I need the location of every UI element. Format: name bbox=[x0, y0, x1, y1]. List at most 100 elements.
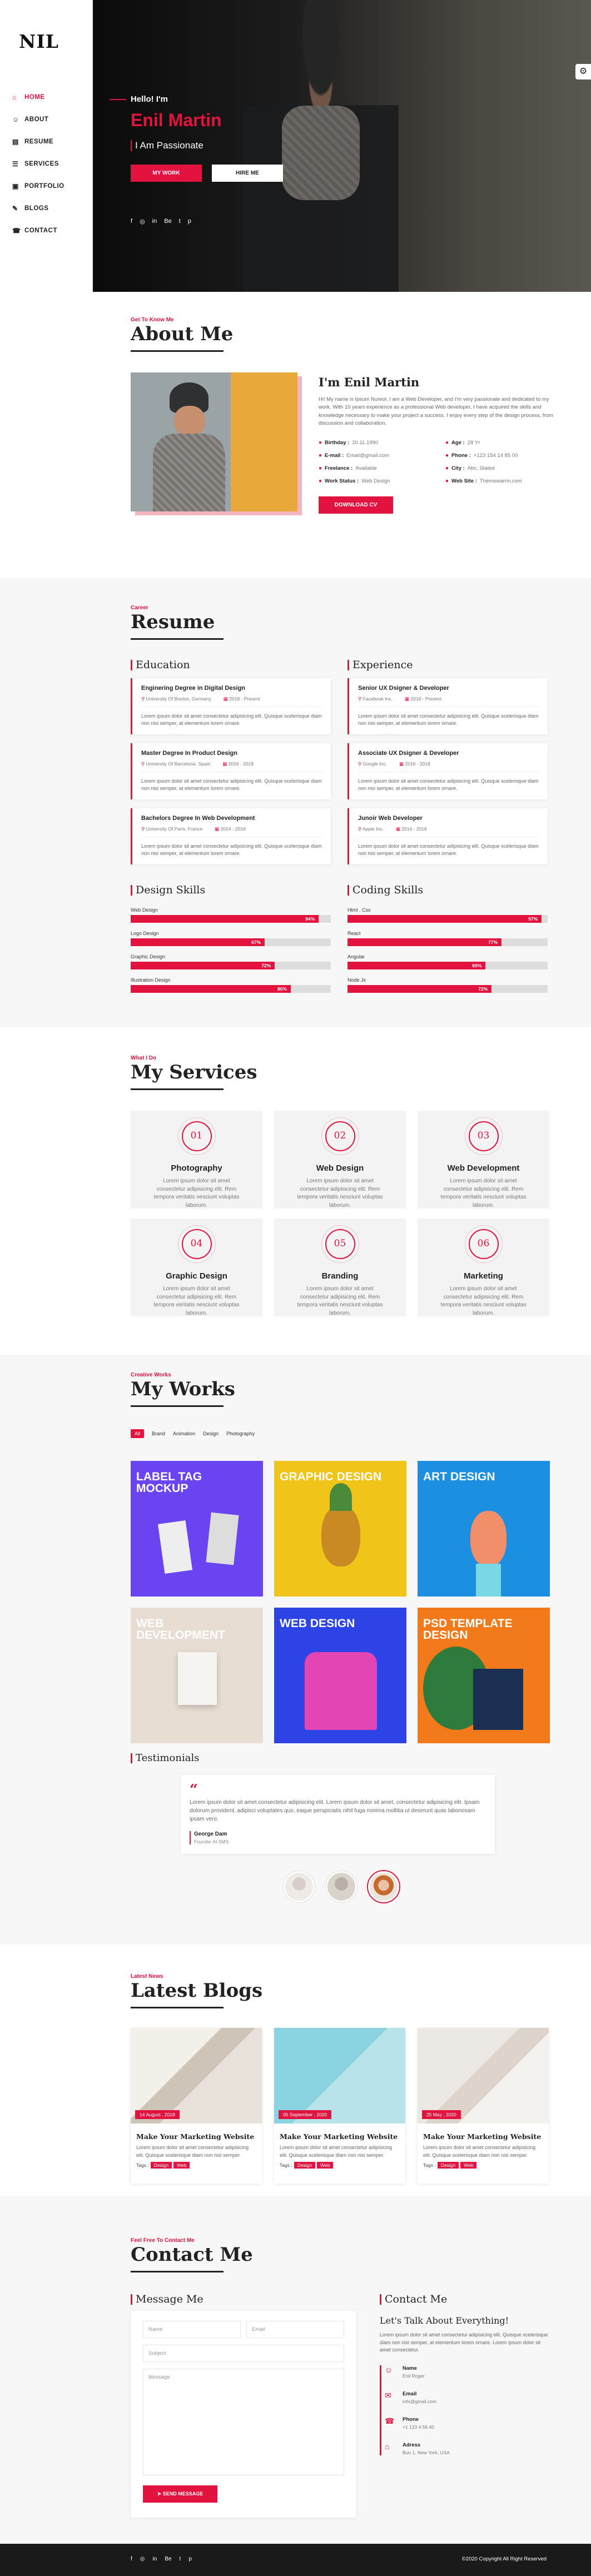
fact-value: +123 154 14 85 00 bbox=[473, 452, 518, 459]
facebook-icon[interactable]: f bbox=[131, 218, 132, 225]
contact-info-value: Bun 1, New York, USA bbox=[403, 2449, 450, 2455]
entry-text: Lorem ipsum dolor sit amet consectetur a… bbox=[141, 713, 322, 727]
calendar-icon: ▦ bbox=[223, 696, 230, 702]
home-icon: ⌂ bbox=[12, 93, 17, 101]
blog-card[interactable]: 25 May , 2020 Make Your Marketing Website… bbox=[418, 2028, 549, 2184]
blog-title[interactable]: Make Your Marketing Website bbox=[280, 2132, 400, 2141]
footer-social-links: f ◎ in Be t p bbox=[131, 2556, 192, 2562]
nav-item-blogs[interactable]: ✎ BLOGS bbox=[12, 197, 64, 220]
twitter-icon[interactable]: t bbox=[180, 2556, 181, 2562]
service-card[interactable]: 03 Web Development Lorem ipsum dolor sit a… bbox=[418, 1111, 549, 1209]
calendar-icon: ▦ bbox=[222, 761, 229, 767]
service-number: 05 bbox=[325, 1229, 355, 1259]
portfolio-item[interactable]: WEB DESIGN bbox=[274, 1608, 406, 1743]
blog-card[interactable]: 14 August , 2019 Make Your Marketing Webs… bbox=[131, 2028, 262, 2184]
message-field[interactable]: Message bbox=[143, 2369, 344, 2475]
skill-name: Logo Design bbox=[131, 931, 159, 936]
subject-field[interactable]: Subject bbox=[143, 2345, 344, 2362]
blog-tag[interactable]: Design bbox=[437, 2162, 459, 2169]
service-card[interactable]: 05 Branding Lorem ipsum dolor sit amet con… bbox=[274, 1219, 406, 1316]
avatar[interactable] bbox=[284, 1871, 315, 1902]
portfolio-item[interactable]: LABEL TAG MOCKUP bbox=[131, 1461, 263, 1597]
portfolio-item[interactable]: ART DESIGN bbox=[418, 1461, 550, 1597]
experience-list: Senior UX Dsigner & Developer ⚲ Facebook … bbox=[347, 678, 548, 873]
instagram-icon[interactable]: ◎ bbox=[140, 2556, 145, 2562]
blog-tag[interactable]: Web bbox=[317, 2162, 334, 2169]
testimonial-card: “ Lorem ipsum dolor sit amet consectetur… bbox=[181, 1775, 495, 1854]
nav-item-contact[interactable]: ☎ CONTACT bbox=[12, 220, 64, 242]
entry-text: Lorem ipsum dolor sit amet consectetur a… bbox=[358, 713, 539, 727]
behance-icon[interactable]: Be bbox=[164, 218, 171, 225]
user-icon: ● bbox=[445, 440, 449, 446]
send-icon: ➤ bbox=[157, 2491, 163, 2497]
blog-tag[interactable]: Design bbox=[294, 2162, 316, 2169]
blogs-tagline: Latest News bbox=[131, 1973, 163, 1980]
nav-label: PORTFOLIO bbox=[24, 183, 64, 190]
portfolio-item[interactable]: GRAPHIC DESIGN bbox=[274, 1461, 406, 1597]
portfolio-item[interactable]: PSD TEMPLATE DESIGN bbox=[418, 1608, 550, 1743]
pinterest-icon[interactable]: p bbox=[188, 218, 191, 225]
entry-title: Master Degree In Product Design bbox=[141, 750, 237, 757]
service-card[interactable]: 04 Graphic Design Lorem ipsum dolor sit am… bbox=[131, 1219, 262, 1316]
logo[interactable]: ENIL bbox=[1, 26, 59, 54]
behance-icon[interactable]: Be bbox=[165, 2556, 171, 2562]
fact-item: ● E-mail : Email@gmail.com bbox=[319, 452, 445, 459]
portfolio-label: PSD TEMPLATE DESIGN bbox=[423, 1617, 513, 1642]
avatar[interactable] bbox=[368, 1871, 399, 1902]
filter-brand[interactable]: Brand bbox=[152, 1429, 165, 1438]
twitter-icon[interactable]: t bbox=[179, 218, 181, 225]
location-icon: ⚲ bbox=[358, 696, 363, 702]
nav-label: SERVICES bbox=[24, 161, 59, 167]
portfolio-item[interactable]: WEB DEVELOPMENT bbox=[131, 1608, 263, 1743]
gear-icon[interactable]: ⚙ bbox=[575, 64, 591, 79]
pinterest-icon[interactable]: p bbox=[188, 2556, 192, 2562]
email-field[interactable]: Email bbox=[246, 2321, 344, 2338]
blog-title[interactable]: Make Your Marketing Website bbox=[423, 2132, 543, 2141]
portfolio-label: WEB DEVELOPMENT bbox=[136, 1617, 225, 1642]
blog-card[interactable]: 05 September , 2020 Make Your Marketing W… bbox=[274, 2028, 405, 2184]
filter-animation[interactable]: Animation bbox=[173, 1429, 195, 1438]
nav-item-services[interactable]: ☰ SERVICES bbox=[12, 153, 64, 175]
fact-label: Web Site : bbox=[451, 478, 477, 484]
blog-tag[interactable]: Web bbox=[173, 2162, 190, 2169]
service-card[interactable]: 02 Web Design Lorem ipsum dolor sit amet c… bbox=[274, 1111, 406, 1209]
portfolio-label: ART DESIGN bbox=[423, 1470, 495, 1483]
fact-item: ● Birthday :20.11.1990 bbox=[319, 440, 445, 446]
fact-value: Web Design bbox=[361, 478, 390, 484]
nav-item-home[interactable]: ⌂ HOME bbox=[12, 86, 64, 108]
entry-title: Junoir Web Developer bbox=[358, 815, 423, 822]
instagram-icon[interactable]: ◎ bbox=[140, 218, 145, 225]
portfolio-filters: All Brand Animation Design Photography bbox=[131, 1429, 255, 1438]
skill-row: Web Design 94% bbox=[131, 907, 331, 923]
location-icon: ⚲ bbox=[141, 826, 146, 832]
name-field[interactable]: Name bbox=[143, 2321, 241, 2338]
linkedin-icon[interactable]: in bbox=[153, 2556, 157, 2562]
blog-tag[interactable]: Design bbox=[150, 2162, 172, 2169]
service-card[interactable]: 06 Marketing Lorem ipsum dolor sit amet co… bbox=[418, 1219, 549, 1316]
blogs-title: Latest Blogs bbox=[131, 1980, 262, 2008]
facebook-icon[interactable]: f bbox=[131, 2556, 132, 2562]
filter-all[interactable]: All bbox=[131, 1429, 145, 1438]
send-message-button[interactable]: ➤ SEND MESSAGE bbox=[143, 2485, 217, 2503]
download-cv-button[interactable]: DOWNLOAD CV bbox=[319, 496, 393, 514]
filter-photography[interactable]: Photography bbox=[226, 1429, 255, 1438]
avatar[interactable] bbox=[326, 1871, 357, 1902]
my-work-button[interactable]: MY WORK bbox=[131, 165, 202, 182]
contact-info-label: Email bbox=[403, 2390, 417, 2397]
entry-text: Lorem ipsum dolor sit amet consectetur a… bbox=[141, 778, 322, 792]
nav-item-portfolio[interactable]: ▣ PORTFOLIO bbox=[12, 175, 64, 197]
nav-item-about[interactable]: ☺ ABOUT bbox=[12, 108, 64, 131]
blog-title[interactable]: Make Your Marketing Website bbox=[136, 2132, 256, 2141]
location-icon: ⚲ bbox=[141, 761, 146, 767]
nav-item-resume[interactable]: ▤ RESUME bbox=[12, 131, 64, 153]
linkedin-icon[interactable]: in bbox=[152, 218, 157, 225]
service-name: Branding bbox=[321, 1271, 359, 1281]
hire-me-button[interactable]: HIRE ME bbox=[212, 165, 283, 182]
service-card[interactable]: 01 Photography Lorem ipsum dolor sit amet … bbox=[131, 1111, 262, 1209]
nav-label: ABOUT bbox=[24, 116, 49, 123]
service-description: Lorem ipsum dolor sit amet consectetur a… bbox=[440, 1178, 527, 1209]
filter-design[interactable]: Design bbox=[203, 1429, 218, 1438]
service-description: Lorem ipsum dolor sit amet consectetur a… bbox=[297, 1286, 383, 1316]
location-icon: ⚲ bbox=[358, 826, 363, 832]
blog-tag[interactable]: Web bbox=[460, 2162, 477, 2169]
